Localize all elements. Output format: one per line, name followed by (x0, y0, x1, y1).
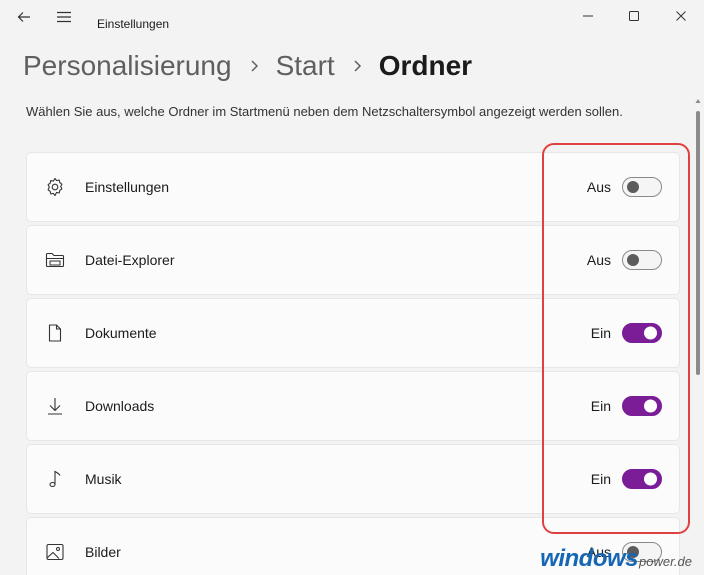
toggle-knob (644, 399, 657, 413)
breadcrumb-personalisierung[interactable]: Personalisierung (23, 50, 232, 82)
folder-icon (44, 249, 66, 271)
scroll-up-arrow-icon[interactable] (695, 97, 701, 105)
folder-label: Bilder (85, 544, 121, 560)
gear-icon (44, 176, 66, 198)
watermark-sub: power.de (639, 554, 692, 569)
picture-icon (44, 541, 66, 563)
folder-row-dokumente: Dokumente Ein (26, 298, 680, 368)
folder-label: Downloads (85, 398, 155, 414)
scroll-thumb[interactable] (696, 111, 700, 375)
download-icon (44, 395, 66, 417)
maximize-icon (629, 11, 639, 21)
music-note-icon (44, 468, 66, 490)
toggle-knob (644, 472, 657, 486)
chevron-right-icon (249, 59, 259, 73)
toggle-state-text: Ein (590, 325, 611, 341)
window-title: Einstellungen (97, 17, 170, 31)
back-arrow-icon (17, 12, 30, 22)
title-bar: Einstellungen (0, 0, 704, 34)
watermark-logo: windows power.de (540, 545, 692, 573)
menu-button[interactable] (49, 4, 79, 30)
chevron-right-icon (352, 59, 362, 73)
maximize-button[interactable] (611, 2, 657, 30)
folder-label: Datei-Explorer (85, 252, 175, 268)
folder-row-musik: Musik Ein (26, 444, 680, 514)
folder-list: Einstellungen Aus Datei-Explorer Aus Dok… (26, 152, 680, 575)
toggle-knob (627, 254, 639, 266)
toggle-state-text: Aus (586, 252, 611, 268)
datei-explorer-toggle[interactable] (622, 250, 662, 270)
dokumente-toggle[interactable] (622, 323, 662, 343)
watermark-main: windows (540, 545, 638, 572)
breadcrumb: Personalisierung Start Ordner (23, 46, 472, 86)
einstellungen-toggle[interactable] (622, 177, 662, 197)
folder-row-datei-explorer: Datei-Explorer Aus (26, 225, 680, 295)
hamburger-menu-icon (57, 11, 71, 23)
toggle-state-text: Ein (590, 471, 611, 487)
musik-toggle[interactable] (622, 469, 662, 489)
document-icon (44, 322, 66, 344)
minimize-button[interactable] (565, 2, 611, 30)
toggle-knob (627, 181, 639, 193)
toggle-state-text: Ein (590, 398, 611, 414)
folder-label: Einstellungen (85, 179, 170, 195)
minimize-icon (583, 15, 593, 17)
toggle-knob (644, 326, 657, 340)
scrollbar[interactable] (695, 97, 701, 572)
downloads-toggle[interactable] (622, 396, 662, 416)
folder-label: Musik (85, 471, 122, 487)
toggle-state-text: Aus (586, 179, 611, 195)
folder-row-einstellungen: Einstellungen Aus (26, 152, 680, 222)
breadcrumb-start[interactable]: Start (276, 50, 335, 82)
close-button[interactable] (658, 2, 704, 30)
close-icon (676, 11, 686, 21)
back-button[interactable] (9, 4, 39, 30)
folder-row-downloads: Downloads Ein (26, 371, 680, 441)
breadcrumb-ordner: Ordner (378, 50, 473, 81)
folder-label: Dokumente (85, 325, 157, 341)
page-description: Wählen Sie aus, welche Ordner im Startme… (26, 104, 623, 119)
